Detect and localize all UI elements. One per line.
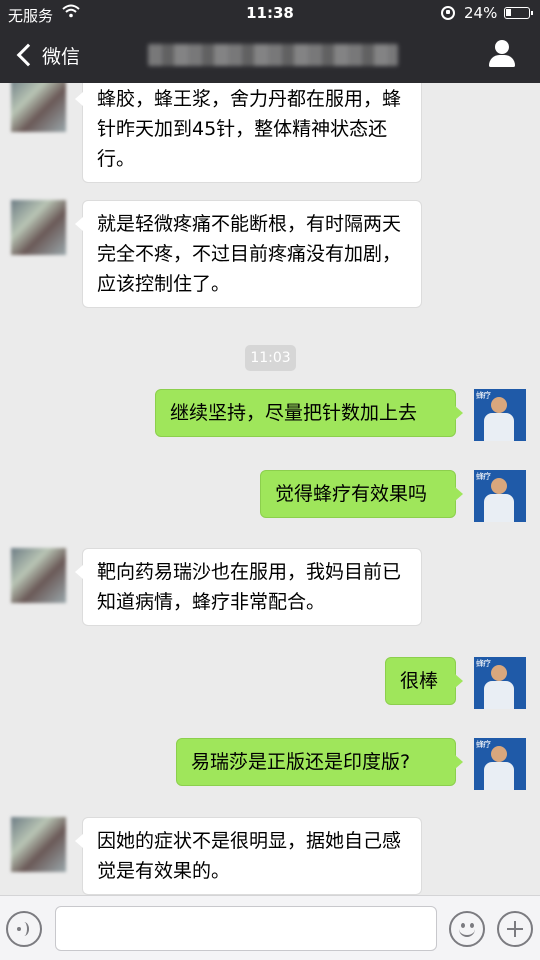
avatar[interactable]: 蜂疗 [474,470,526,522]
chevron-left-icon [16,43,40,67]
status-time: 11:38 [246,4,294,22]
message-bubble-right[interactable]: 很棒 [385,657,463,705]
message-bubble-left[interactable]: 因她的症状不是很明显，据她自己感觉是有效果的。 [75,817,422,895]
back-button[interactable]: 微信 [14,38,80,72]
battery-percent: 24% [464,4,498,22]
message-bubble-left[interactable]: 蜂胶，蜂王浆，舍力丹都在服用，蜂针昨天加到45针，整体精神状态还行。 [75,83,422,183]
message-bubble-right[interactable]: 继续坚持，尽量把针数加上去 [155,389,463,437]
avatar[interactable]: 蜂疗 [474,657,526,709]
input-bar [0,895,540,960]
rotation-lock-icon [441,6,455,20]
avatar[interactable] [11,548,66,603]
more-button[interactable] [497,911,533,947]
avatar[interactable]: 蜂疗 [474,389,526,441]
person-icon [495,40,509,54]
contact-info-button[interactable] [488,40,516,70]
nav-bar: 微信 [0,28,540,83]
timestamp-chip: 11:03 [245,345,296,371]
back-label: 微信 [42,45,81,68]
chat-title-blurred [148,44,398,66]
message-bubble-left[interactable]: 靶向药易瑞沙也在服用，我妈目前已知道病情，蜂疗非常配合。 [75,548,422,626]
avatar[interactable] [11,817,66,872]
avatar[interactable] [11,200,66,255]
chat-area[interactable]: 蜂胶，蜂王浆，舍力丹都在服用，蜂针昨天加到45针，整体精神状态还行。 就是轻微疼… [0,83,540,895]
message-input[interactable] [55,906,437,951]
top-bar: 无服务 11:38 24% 微信 [0,0,540,83]
message-bubble-left[interactable]: 就是轻微疼痛不能断根，有时隔两天完全不疼，不过目前疼痛没有加剧，应该控制住了。 [75,200,422,308]
message-bubble-right[interactable]: 易瑞莎是正版还是印度版? [176,738,463,786]
status-bar: 无服务 11:38 24% [0,0,540,28]
voice-input-button[interactable] [6,911,42,947]
emoji-icon [461,923,465,928]
avatar[interactable] [11,83,66,132]
battery-icon [504,7,533,19]
emoji-button[interactable] [449,911,485,947]
message-bubble-right[interactable]: 觉得蜂疗有效果吗 [260,470,463,518]
avatar[interactable]: 蜂疗 [474,738,526,790]
